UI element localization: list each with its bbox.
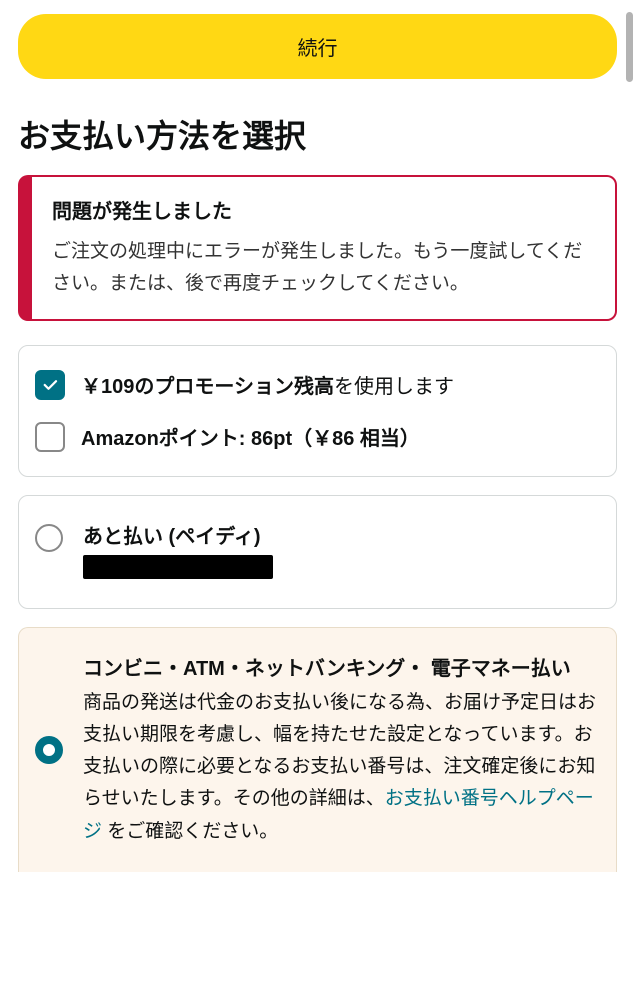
- promo-balance-label: ￥109のプロモーション残高を使用します: [81, 370, 454, 399]
- cvs-option-box[interactable]: コンビニ・ATM・ネットバンキング・ 電子マネー払い 商品の発送は代金のお支払い…: [18, 627, 617, 872]
- promo-balance-checkbox[interactable]: [35, 370, 65, 400]
- error-alert: 問題が発生しました ご注文の処理中にエラーが発生しました。もう一度試してください…: [18, 175, 617, 321]
- promo-balance-row[interactable]: ￥109のプロモーション残高を使用します: [35, 364, 600, 406]
- error-alert-title: 問題が発生しました: [52, 195, 595, 224]
- points-checkbox[interactable]: [35, 422, 65, 452]
- cvs-radio[interactable]: [35, 736, 63, 764]
- points-label: Amazonポイント: 86pt（￥86 相当）: [81, 422, 420, 451]
- points-row[interactable]: Amazonポイント: 86pt（￥86 相当）: [35, 416, 600, 458]
- scrollbar-thumb[interactable]: [626, 12, 633, 82]
- paidy-radio[interactable]: [35, 524, 63, 552]
- error-alert-message: ご注文の処理中にエラーが発生しました。もう一度試してください。または、後で再度チ…: [52, 236, 595, 301]
- page-title: お支払い方法を選択: [18, 111, 617, 157]
- paidy-account-name-redacted: [83, 555, 273, 579]
- paidy-option-box[interactable]: あと払い (ペイディ): [18, 495, 617, 609]
- cvs-title: コンビニ・ATM・ネットバンキング・ 電子マネー払い: [83, 652, 600, 681]
- check-icon: [41, 376, 59, 394]
- balance-options-box: ￥109のプロモーション残高を使用します Amazonポイント: 86pt（￥8…: [18, 345, 617, 477]
- paidy-title: あと払い (ペイディ): [83, 520, 600, 549]
- continue-button[interactable]: 続行: [18, 14, 617, 79]
- cvs-description: 商品の発送は代金のお支払い後になる為、お届け予定日はお支払い期限を考慮し、幅を持…: [83, 687, 600, 848]
